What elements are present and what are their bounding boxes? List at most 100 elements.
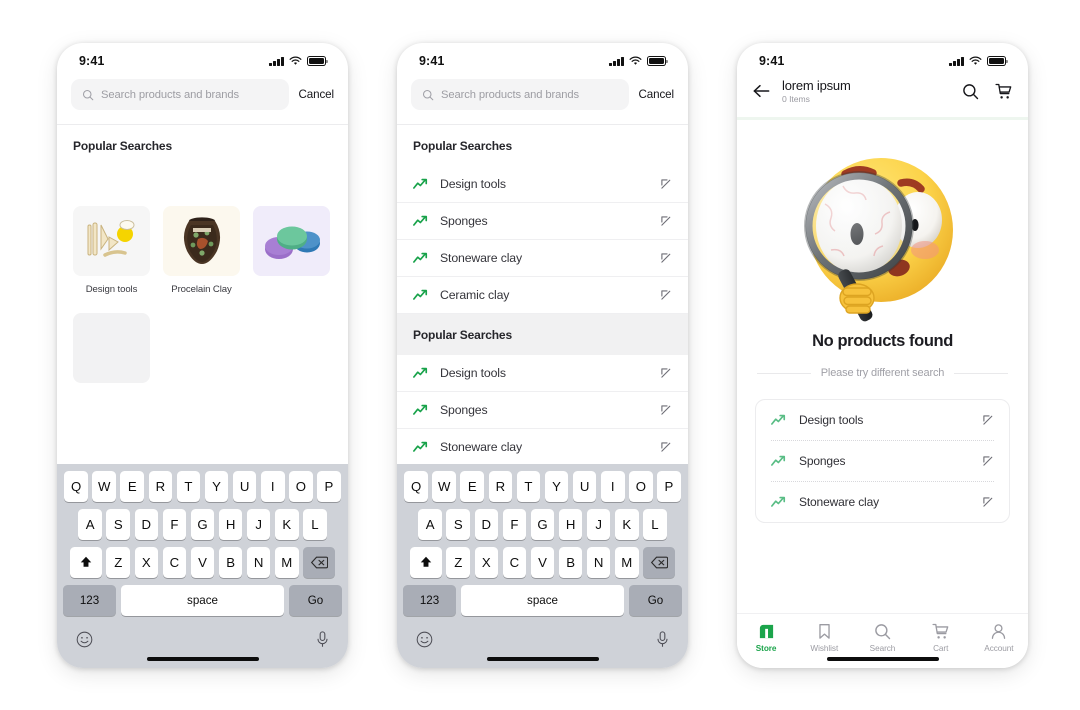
key-u[interactable]: U	[572, 470, 597, 502]
list-item[interactable]: Design tools	[397, 355, 688, 392]
key-d[interactable]: D	[474, 508, 499, 540]
list-item[interactable]: Sponges	[397, 203, 688, 240]
list-item[interactable]: Design tools	[397, 166, 688, 203]
key-b[interactable]: B	[218, 546, 243, 578]
key-x[interactable]: X	[474, 546, 499, 578]
arrow-up-left-icon[interactable]	[660, 441, 672, 453]
arrow-up-left-icon[interactable]	[660, 178, 672, 190]
key-z[interactable]: Z	[106, 546, 131, 578]
backspace-key[interactable]	[643, 546, 676, 578]
key-z[interactable]: Z	[446, 546, 471, 578]
key-c[interactable]: C	[162, 546, 187, 578]
arrow-up-left-icon[interactable]	[982, 496, 994, 508]
product-cell[interactable]: Design tools	[73, 206, 150, 295]
key-t[interactable]: T	[516, 470, 541, 502]
key-q[interactable]: Q	[404, 470, 428, 502]
key-o[interactable]: O	[289, 470, 313, 502]
list-item[interactable]: Ceramic clay	[397, 277, 688, 314]
key-p[interactable]: P	[657, 470, 681, 502]
key-f[interactable]: F	[162, 508, 187, 540]
search-input[interactable]: Search products and brands	[411, 79, 629, 110]
key-k[interactable]: K	[274, 508, 299, 540]
list-item[interactable]: Stoneware clay	[756, 482, 1009, 522]
list-item[interactable]: Sponges	[397, 392, 688, 429]
cancel-button[interactable]: Cancel	[639, 88, 675, 101]
key-n[interactable]: N	[586, 546, 611, 578]
key-c[interactable]: C	[502, 546, 527, 578]
arrow-up-left-icon[interactable]	[660, 289, 672, 301]
tab-search[interactable]: Search	[853, 623, 911, 653]
go-key[interactable]: Go	[289, 584, 342, 616]
key-a[interactable]: A	[78, 508, 102, 540]
arrow-up-left-icon[interactable]	[660, 252, 672, 264]
key-g[interactable]: G	[190, 508, 215, 540]
back-arrow-icon[interactable]	[753, 84, 770, 98]
list-item[interactable]: Sponges	[756, 441, 1009, 481]
key-s[interactable]: S	[106, 508, 131, 540]
key-r[interactable]: R	[148, 470, 173, 502]
tab-store[interactable]: Store	[737, 623, 795, 653]
key-j[interactable]: J	[246, 508, 271, 540]
list-item[interactable]: Design tools	[756, 400, 1009, 440]
list-item[interactable]: Stoneware clay	[397, 240, 688, 277]
key-a[interactable]: A	[418, 508, 442, 540]
space-key[interactable]: space	[461, 584, 624, 616]
key-y[interactable]: Y	[544, 470, 569, 502]
key-u[interactable]: U	[232, 470, 257, 502]
key-r[interactable]: R	[488, 470, 513, 502]
arrow-up-left-icon[interactable]	[660, 215, 672, 227]
key-v[interactable]: V	[530, 546, 555, 578]
key-d[interactable]: D	[134, 508, 159, 540]
arrow-up-left-icon[interactable]	[982, 414, 994, 426]
product-cell[interactable]: Procelain Clay	[163, 206, 240, 295]
key-v[interactable]: V	[190, 546, 215, 578]
numbers-key[interactable]: 123	[403, 584, 456, 616]
key-q[interactable]: Q	[64, 470, 88, 502]
key-g[interactable]: G	[530, 508, 555, 540]
key-f[interactable]: F	[502, 508, 527, 540]
backspace-key[interactable]	[303, 546, 336, 578]
key-i[interactable]: I	[600, 470, 625, 502]
key-s[interactable]: S	[446, 508, 471, 540]
space-key[interactable]: space	[121, 584, 284, 616]
shift-key[interactable]	[409, 546, 442, 578]
emoji-smiley-icon[interactable]	[416, 631, 433, 648]
microphone-icon[interactable]	[316, 631, 329, 648]
arrow-up-left-icon[interactable]	[982, 455, 994, 467]
key-w[interactable]: W	[92, 470, 116, 502]
key-m[interactable]: M	[614, 546, 639, 578]
cart-icon[interactable]	[995, 83, 1012, 100]
go-key[interactable]: Go	[629, 584, 682, 616]
key-h[interactable]: H	[218, 508, 243, 540]
product-cell[interactable]	[73, 313, 150, 391]
key-e[interactable]: E	[120, 470, 145, 502]
key-p[interactable]: P	[317, 470, 341, 502]
arrow-up-left-icon[interactable]	[660, 367, 672, 379]
key-o[interactable]: O	[629, 470, 653, 502]
tab-account[interactable]: Account	[970, 623, 1028, 653]
key-x[interactable]: X	[134, 546, 159, 578]
product-cell[interactable]	[253, 206, 330, 295]
onscreen-keyboard[interactable]: Q W E R T Y U I O P A S D F G H J K L Z …	[57, 463, 348, 668]
microphone-icon[interactable]	[656, 631, 669, 648]
key-y[interactable]: Y	[204, 470, 229, 502]
key-h[interactable]: H	[558, 508, 583, 540]
list-item[interactable]: Stoneware clay	[397, 429, 688, 466]
search-input[interactable]: Search products and brands	[71, 79, 289, 110]
numbers-key[interactable]: 123	[63, 584, 116, 616]
emoji-smiley-icon[interactable]	[76, 631, 93, 648]
key-l[interactable]: L	[643, 508, 667, 540]
key-t[interactable]: T	[176, 470, 201, 502]
key-l[interactable]: L	[303, 508, 327, 540]
key-i[interactable]: I	[260, 470, 285, 502]
arrow-up-left-icon[interactable]	[660, 404, 672, 416]
key-m[interactable]: M	[274, 546, 299, 578]
key-w[interactable]: W	[432, 470, 456, 502]
key-e[interactable]: E	[460, 470, 485, 502]
cancel-button[interactable]: Cancel	[299, 88, 335, 101]
shift-key[interactable]	[69, 546, 102, 578]
key-k[interactable]: K	[614, 508, 639, 540]
key-n[interactable]: N	[246, 546, 271, 578]
tab-wishlist[interactable]: Wishlist	[795, 623, 853, 653]
key-j[interactable]: J	[586, 508, 611, 540]
